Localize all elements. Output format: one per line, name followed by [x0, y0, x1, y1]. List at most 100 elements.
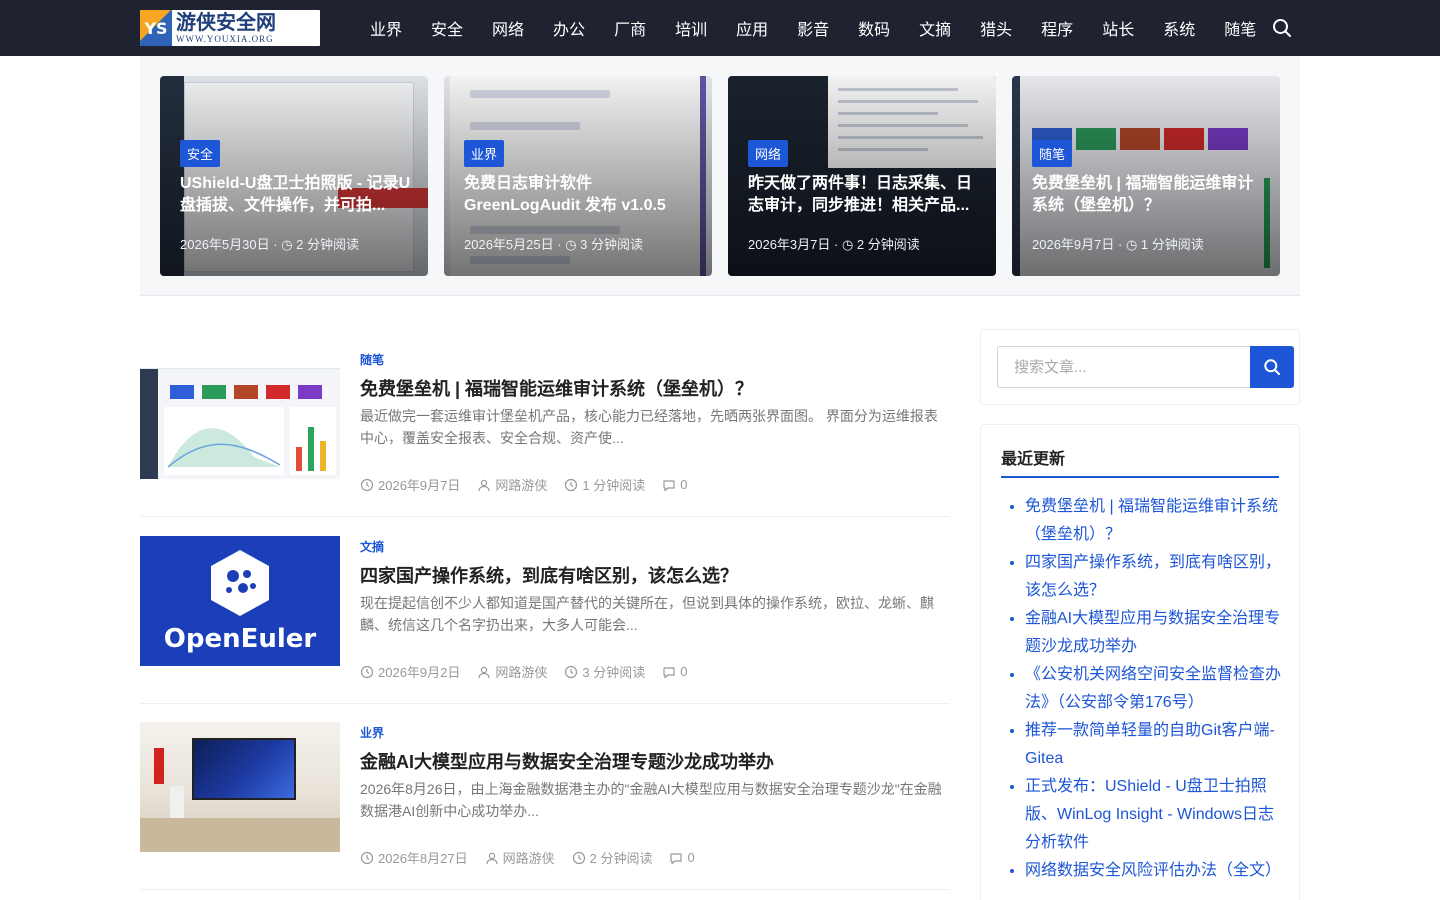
article-meta: 2026年9月7日 网路游侠 1 分钟阅读 0	[360, 475, 704, 494]
read-text: 1 分钟阅读	[582, 478, 646, 493]
recent-link[interactable]: 正式发布：UShield - U盘卫士拍照版、WinLog Insight - …	[1025, 778, 1274, 851]
recent-item[interactable]: 《公安机关网络空间安全监督检查办法》（公安部令第176号）	[1025, 661, 1281, 717]
category-badge[interactable]: 安全	[180, 140, 221, 167]
clock-icon	[565, 665, 578, 678]
recent-item[interactable]: 正式发布：UShield - U盘卫士拍照版、WinLog Insight - …	[1025, 773, 1281, 857]
user-icon	[478, 479, 490, 491]
article-category[interactable]: 文摘	[360, 538, 384, 555]
nav-item[interactable]: 数码	[858, 16, 890, 40]
thumb-tile	[170, 385, 194, 399]
article-category[interactable]: 随笔	[360, 351, 384, 368]
sidebar-search-input[interactable]	[997, 346, 1251, 388]
logo-mark-icon: YS	[140, 10, 172, 46]
main-nav: 业界 安全 网络 办公 厂商 培训 应用 影音 数码 文摘 猎头 程序 站长 系…	[370, 0, 1285, 56]
logo-domain: WWW.YOUXIA.ORG	[176, 33, 274, 44]
article-thumbnail[interactable]	[140, 722, 340, 852]
nav-item[interactable]: 系统	[1163, 16, 1195, 40]
featured-title[interactable]: 免费堡垒机 | 福瑞智能运维审计系统（堡垒机）？	[1032, 173, 1264, 217]
comment-count: 0	[687, 850, 695, 865]
nav-item[interactable]: 办公	[553, 16, 585, 40]
recent-item[interactable]: 四家国产操作系统，到底有啥区别，该怎么选？	[1025, 549, 1281, 605]
meta-read-time: 1 分钟阅读	[564, 475, 645, 494]
recent-link[interactable]: 金融AI大模型应用与数据安全治理专题沙龙成功举办	[1025, 610, 1280, 655]
recent-list: 免费堡垒机 | 福瑞智能运维审计系统（堡垒机）？ 四家国产操作系统，到底有啥区别…	[1025, 493, 1281, 885]
article-thumbnail[interactable]: OpenEuler	[140, 536, 340, 666]
meta-author[interactable]: 网路游侠	[485, 848, 555, 867]
user-icon	[478, 666, 490, 678]
recent-updates-widget: 最近更新 免费堡垒机 | 福瑞智能运维审计系统（堡垒机）？ 四家国产操作系统，到…	[980, 424, 1300, 900]
thumb-tile	[234, 385, 258, 399]
meta-date: 2026年8月27日	[360, 848, 468, 867]
nav-item[interactable]: 应用	[736, 16, 768, 40]
article-category[interactable]: 业界	[360, 724, 384, 741]
comment-icon	[670, 852, 683, 864]
recent-link[interactable]: 免费堡垒机 | 福瑞智能运维审计系统（堡垒机）？	[1025, 498, 1278, 543]
category-badge[interactable]: 随笔	[1032, 140, 1073, 167]
recent-item[interactable]: 推荐一款简单轻量的自助Git客户端-Gitea	[1025, 717, 1281, 773]
nav-item[interactable]: 业界	[370, 16, 402, 40]
recent-item[interactable]: 金融AI大模型应用与数据安全治理专题沙龙成功举办	[1025, 605, 1281, 661]
nav-item[interactable]: 猎头	[980, 16, 1012, 40]
comment-count: 0	[680, 477, 688, 492]
article-thumbnail[interactable]	[140, 349, 340, 479]
nav-item[interactable]: 文摘	[919, 16, 951, 40]
nav-item[interactable]: 影音	[797, 16, 829, 40]
recent-item[interactable]: 网络数据安全风险评估办法（全文）	[1025, 857, 1281, 885]
meta-read-time: 3 分钟阅读	[564, 662, 645, 681]
search-icon	[1264, 359, 1280, 375]
thumb-flag	[154, 748, 164, 784]
featured-card[interactable]: 业界 免费日志审计软件 GreenLogAudit 发布 v1.0.5 2026…	[444, 76, 712, 276]
header-search-icon[interactable]	[1270, 16, 1294, 40]
featured-card[interactable]: 安全 UShield-U盘卫士拍照版 - 记录U盘插拔、文件操作，并可拍... …	[160, 76, 428, 276]
recent-link[interactable]: 推荐一款简单轻量的自助Git客户端-Gitea	[1025, 722, 1275, 767]
featured-title[interactable]: 昨天做了两件事！日志采集、日志审计，同步推进！相关产品...	[748, 173, 980, 217]
meta-comments[interactable]: 0	[669, 850, 695, 865]
nav-item[interactable]: 网络	[492, 16, 524, 40]
recent-link[interactable]: 四家国产操作系统，到底有啥区别，该怎么选？	[1025, 554, 1281, 599]
featured-card[interactable]: 网络 昨天做了两件事！日志采集、日志审计，同步推进！相关产品... 2026年3…	[728, 76, 996, 276]
featured-read-time: 2 分钟阅读	[296, 237, 359, 252]
widget-title: 最近更新	[1001, 445, 1279, 478]
article-item: 随笔 免费堡垒机 | 福瑞智能运维审计系统（堡垒机）？ 最近做完一套运维审计堡垒…	[140, 349, 950, 517]
thumb-tile	[266, 385, 290, 399]
logo-text: 游侠安全网 WWW.YOUXIA.ORG	[172, 13, 276, 44]
category-badge[interactable]: 网络	[748, 140, 789, 167]
logo-name: 游侠安全网	[176, 11, 276, 34]
thumb-chart-card	[164, 407, 284, 475]
article-meta: 2026年9月2日 网路游侠 3 分钟阅读 0	[360, 662, 704, 681]
read-text: 3 分钟阅读	[582, 665, 646, 680]
meta-comments[interactable]: 0	[662, 477, 687, 492]
sidebar-search-button[interactable]	[1250, 346, 1294, 388]
article-title[interactable]: 金融AI大模型应用与数据安全治理专题沙龙成功举办	[360, 748, 774, 774]
featured-card[interactable]: 随笔 免费堡垒机 | 福瑞智能运维审计系统（堡垒机）？ 2026年9月7日 · …	[1012, 76, 1280, 276]
category-badge[interactable]: 业界	[464, 140, 505, 167]
recent-link[interactable]: 《公安机关网络空间安全监督检查办法》（公安部令第176号）	[1025, 666, 1281, 711]
clock-icon: ◷	[841, 237, 854, 252]
nav-item[interactable]: 厂商	[614, 16, 646, 40]
site-logo[interactable]: YS 游侠安全网 WWW.YOUXIA.ORG	[140, 10, 320, 46]
article-title[interactable]: 免费堡垒机 | 福瑞智能运维审计系统（堡垒机）？	[360, 375, 753, 401]
author-text: 网路游侠	[495, 478, 548, 493]
meta-author[interactable]: 网路游侠	[477, 475, 547, 494]
nav-item[interactable]: 站长	[1102, 16, 1134, 40]
thumb-table	[140, 818, 340, 852]
meta-author[interactable]: 网路游侠	[477, 662, 547, 681]
nav-item[interactable]: 随笔	[1224, 16, 1256, 40]
featured-title[interactable]: UShield-U盘卫士拍照版 - 记录U盘插拔、文件操作，并可拍...	[180, 173, 412, 217]
clock-icon	[360, 851, 374, 864]
article-title[interactable]: 四家国产操作系统，到底有啥区别，该怎么选？	[360, 562, 738, 588]
openeuler-logo-icon	[211, 550, 269, 616]
sidebar-search-widget	[980, 329, 1300, 405]
recent-item[interactable]: 免费堡垒机 | 福瑞智能运维审计系统（堡垒机）？	[1025, 493, 1281, 549]
clock-icon: ◷	[1125, 237, 1138, 252]
featured-title[interactable]: 免费日志审计软件 GreenLogAudit 发布 v1.0.5	[464, 173, 696, 217]
clock-icon	[360, 478, 374, 491]
meta-comments[interactable]: 0	[662, 664, 687, 679]
date-text: 2026年8月27日	[378, 851, 468, 866]
featured-meta: 2026年9月7日 · ◷ 1 分钟阅读	[1032, 237, 1204, 252]
nav-item[interactable]: 程序	[1041, 16, 1073, 40]
nav-item[interactable]: 安全	[431, 16, 463, 40]
article-excerpt: 现在提起信创不少人都知道是国产替代的关键所在，但说到具体的操作系统，欧拉、龙蜥、…	[360, 595, 934, 633]
nav-item[interactable]: 培训	[675, 16, 707, 40]
recent-link[interactable]: 网络数据安全风险评估办法（全文）	[1025, 862, 1281, 879]
